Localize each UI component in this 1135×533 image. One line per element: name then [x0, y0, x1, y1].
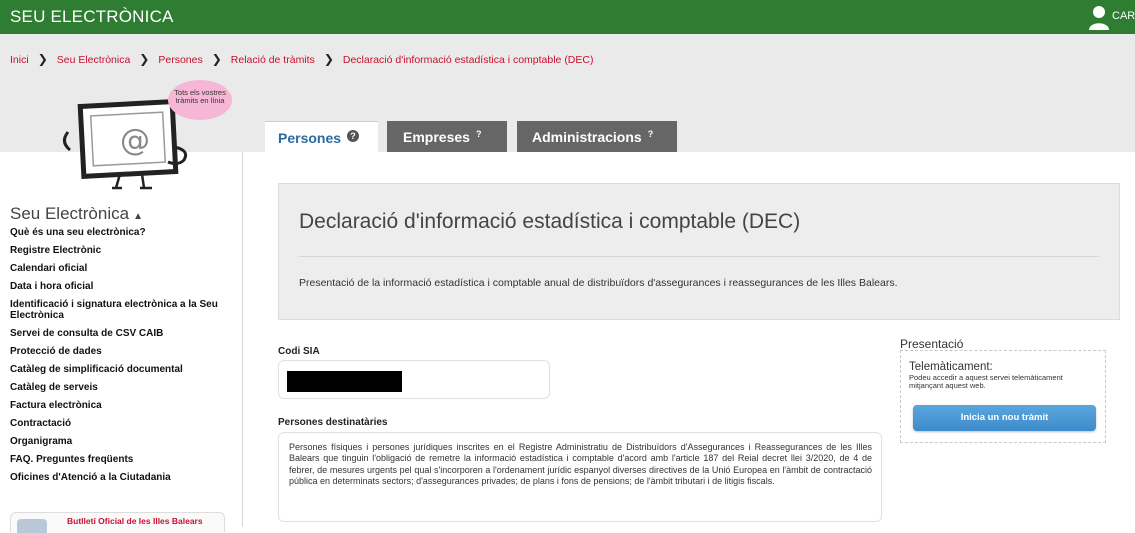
redacted-value: [287, 371, 402, 392]
sidebar-item-cataleg-simplificacio[interactable]: Catàleg de simplificació documental: [10, 364, 235, 375]
presentacio-box: Telemàticament: Podeu accedir a aquest s…: [900, 350, 1106, 443]
chevron-right-icon: ❯: [37, 52, 48, 66]
help-icon[interactable]: ?: [476, 129, 482, 139]
sidebar-nav: Què és una seu electrònica? Registre Ele…: [10, 227, 235, 490]
destinataries-label: Persones destinatàries: [278, 417, 388, 428]
sidebar-item-contractacio[interactable]: Contractació: [10, 418, 235, 429]
codi-sia-box: [278, 360, 550, 399]
tab-empreses[interactable]: Empreses?: [387, 121, 507, 152]
breadcrumb-current: Declaració d'informació estadística i co…: [342, 54, 594, 66]
bulleti-icon: [17, 519, 47, 533]
user-label[interactable]: CAR: [1112, 10, 1135, 22]
breadcrumb-relacio-tramits[interactable]: Relació de tràmits: [231, 54, 315, 66]
bulleti-oficial-banner[interactable]: Butlletí Oficial de les Illes Balears: [10, 512, 225, 533]
sidebar-item-organigrama[interactable]: Organigrama: [10, 436, 235, 447]
sidebar-item-cataleg-serveis[interactable]: Catàleg de serveis: [10, 382, 235, 393]
speech-bubble: Tots els vostres tràmits en línia: [168, 80, 232, 120]
help-icon[interactable]: ?: [347, 130, 360, 142]
sidebar-item-data-hora-oficial[interactable]: Data i hora oficial: [10, 281, 235, 292]
chevron-right-icon: ❯: [211, 52, 222, 66]
procedure-description: Presentació de la informació estadística…: [299, 277, 898, 289]
breadcrumb: Inici ❯ Seu Electrònica ❯ Persones ❯ Relació d…: [10, 52, 593, 66]
sidebar-item-oficines-atencio[interactable]: Oficines d'Atenció a la Ciutadania: [10, 472, 235, 483]
sidebar-title-label: Seu Electrònica: [10, 204, 130, 223]
tab-label: Empreses: [403, 129, 470, 145]
caret-up-icon: ▲: [133, 211, 143, 222]
breadcrumb-seu-electronica[interactable]: Seu Electrònica: [57, 54, 131, 66]
sidebar-item-registre-electronic[interactable]: Registre Electrònic: [10, 245, 235, 256]
telematicament-title: Telemàticament:: [909, 361, 993, 373]
chevron-right-icon: ❯: [323, 52, 334, 66]
tab-label: Administracions: [532, 129, 642, 145]
sidebar-title[interactable]: Seu Electrònica ▲: [10, 204, 143, 224]
sidebar-item-servei-csv[interactable]: Servei de consulta de CSV CAIB: [10, 328, 235, 339]
sidebar-item-faq[interactable]: FAQ. Preguntes freqüents: [10, 454, 235, 465]
breadcrumb-persones[interactable]: Persones: [158, 54, 202, 66]
sidebar-item-que-es-seu[interactable]: Què és una seu electrònica?: [10, 227, 235, 238]
top-bar: SEU ELECTRÒNICA CAR: [0, 0, 1135, 34]
sidebar-item-identificacio-signatura[interactable]: Identificació i signatura electrònica a …: [10, 299, 235, 321]
destinataries-box: Persones físiques i persones jurídiques …: [278, 432, 882, 522]
procedure-header: Declaració d'informació estadística i co…: [278, 183, 1120, 320]
page-title: Declaració d'informació estadística i co…: [299, 210, 801, 233]
sidebar-item-calendari-oficial[interactable]: Calendari oficial: [10, 263, 235, 274]
start-procedure-button[interactable]: Inicia un nou tràmit: [913, 405, 1096, 431]
presentacio-title: Presentació: [900, 337, 964, 351]
bubble-text: Tots els vostres tràmits en línia: [174, 88, 226, 105]
bulleti-label: Butlletí Oficial de les Illes Balears: [67, 516, 203, 526]
breadcrumb-inici[interactable]: Inici: [10, 54, 29, 66]
tab-administracions[interactable]: Administracions?: [517, 121, 677, 152]
destinataries-text: Persones físiques i persones jurídiques …: [289, 442, 872, 486]
site-brand[interactable]: SEU ELECTRÒNICA: [10, 7, 174, 27]
telematicament-description: Podeu accedir a aquest servei telemàtica…: [909, 373, 1063, 390]
svg-text:@: @: [120, 123, 150, 158]
divider: [299, 256, 1099, 257]
chevron-right-icon: ❯: [139, 52, 150, 66]
sidebar-divider: [242, 152, 243, 527]
user-silhouette-icon[interactable]: [1088, 4, 1110, 30]
sidebar-item-factura-electronica[interactable]: Factura electrònica: [10, 400, 235, 411]
sidebar-item-proteccio-dades[interactable]: Protecció de dades: [10, 346, 235, 357]
tab-persones[interactable]: Persones?: [265, 121, 378, 154]
help-icon[interactable]: ?: [648, 129, 654, 139]
tab-label: Persones: [278, 130, 342, 146]
codi-sia-label: Codi SIA: [278, 346, 320, 357]
